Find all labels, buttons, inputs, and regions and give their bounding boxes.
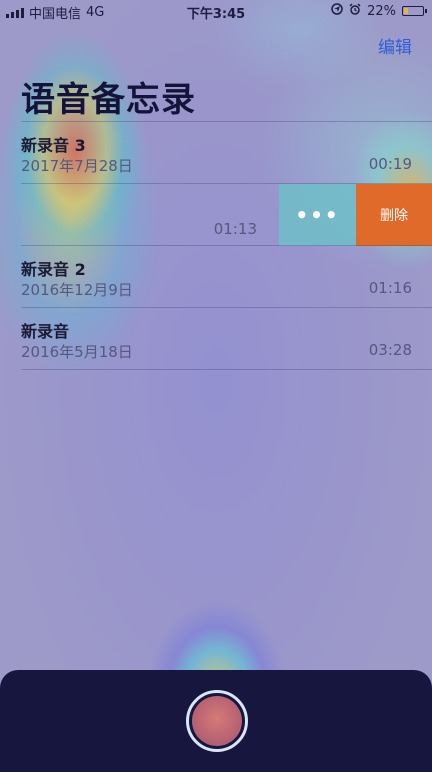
edit-button[interactable]: 编辑 (378, 33, 412, 58)
list-item[interactable]: 新录音 3 2017年7月28日 00:19 (0, 122, 432, 184)
record-button[interactable] (186, 690, 248, 752)
status-bar: 中国电信 4G 下午3:45 22% (0, 0, 432, 22)
page-title: 语音备忘录 (21, 80, 196, 120)
status-right: 22% (331, 3, 427, 19)
recording-date: 2017年7月28日 (21, 157, 133, 175)
recording-title: 新录音 (21, 322, 70, 341)
list-item[interactable]: 新录音 2016年5月18日 03:28 (0, 308, 432, 370)
battery-icon (402, 6, 427, 16)
recording-duration: 03:28 (368, 341, 412, 359)
list-item[interactable]: 新录音 2 2016年12月9日 01:16 (0, 246, 432, 308)
alarm-icon (349, 3, 361, 19)
recording-title: 新录音 2 (21, 260, 86, 279)
more-button[interactable]: ••• (279, 184, 356, 246)
recording-date: 2016年5月18日 (21, 343, 133, 361)
location-icon (331, 3, 343, 19)
record-dot-icon (192, 696, 242, 746)
recording-date: 2016年12月9日 (21, 281, 133, 299)
list-item-swiped[interactable]: 01:13 ••• 删除 (0, 184, 432, 246)
recording-duration: 01:13 (213, 220, 257, 238)
battery-percent: 22% (367, 3, 396, 19)
list-divider (21, 369, 432, 370)
delete-button[interactable]: 删除 (356, 184, 432, 246)
recording-duration: 01:16 (368, 279, 412, 297)
recording-title: 新录音 3 (21, 136, 86, 155)
recording-duration: 00:19 (368, 155, 412, 173)
battery-fill (404, 8, 408, 14)
